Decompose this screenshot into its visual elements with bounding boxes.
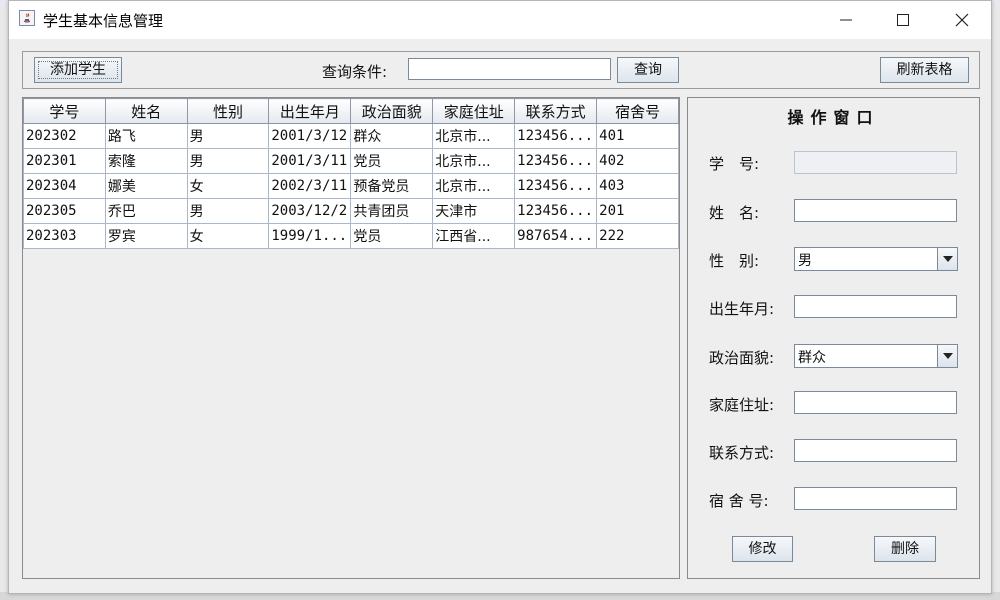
java-app-icon [19, 10, 35, 26]
table-cell[interactable]: 江西省... [432, 223, 516, 249]
modify-button[interactable]: 修改 [732, 536, 793, 562]
table-cell[interactable]: 202304 [23, 173, 106, 199]
table-cell[interactable]: 娜美 [104, 173, 188, 199]
table-row[interactable]: 202301 索隆 男 2001/3/11 党员 北京市... 123456..… [23, 148, 679, 174]
table-cell[interactable]: 987654... [514, 223, 598, 249]
column-header[interactable]: 出生年月 [268, 98, 352, 124]
contact-label: 联系方式: [709, 444, 775, 462]
table-cell[interactable]: 北京市... [432, 148, 516, 174]
query-input[interactable] [408, 58, 611, 80]
name-label: 姓 名: [709, 204, 760, 222]
close-icon[interactable] [939, 1, 985, 39]
table-cell[interactable]: 男 [186, 198, 270, 224]
contact-field[interactable] [794, 439, 957, 462]
table-cell[interactable]: 路飞 [104, 123, 188, 149]
main-window: 学生基本信息管理 添加学生 查询条件: 查询 刷新表格 学号 姓名 性别 出生年… [8, 0, 992, 594]
dorm-label: 宿 舍 号: [709, 492, 769, 510]
table-cell[interactable]: 女 [186, 173, 270, 199]
table-cell[interactable]: 401 [596, 123, 679, 149]
refresh-table-button[interactable]: 刷新表格 [880, 57, 969, 83]
table-cell[interactable]: 202305 [23, 198, 106, 224]
student-table: 学号 姓名 性别 出生年月 政治面貌 家庭住址 联系方式 宿舍号 202302 … [23, 98, 679, 249]
political-status-select-value: 群众 [798, 350, 826, 366]
table-cell[interactable]: 2001/3/11 [268, 148, 352, 174]
table-cell[interactable]: 索隆 [104, 148, 188, 174]
table-cell[interactable]: 202302 [23, 123, 106, 149]
address-field[interactable] [794, 391, 957, 414]
political-status-label: 政治面貌: [709, 349, 775, 367]
birth-date-field[interactable] [794, 295, 957, 318]
maximize-icon[interactable] [880, 1, 926, 39]
birth-date-label: 出生年月: [709, 300, 775, 318]
chevron-down-icon[interactable] [937, 248, 957, 270]
table-cell[interactable]: 123456... [514, 198, 598, 224]
table-cell[interactable]: 男 [186, 123, 270, 149]
address-label: 家庭住址: [709, 396, 775, 414]
table-cell[interactable]: 群众 [350, 123, 434, 149]
query-label: 查询条件: [322, 63, 388, 81]
table-row[interactable]: 202303 罗宾 女 1999/1... 党员 江西省... 987654..… [23, 223, 679, 249]
table-cell[interactable]: 预备党员 [350, 173, 434, 199]
table-cell[interactable]: 123456... [514, 148, 598, 174]
delete-button[interactable]: 删除 [874, 536, 936, 562]
table-cell[interactable]: 共青团员 [350, 198, 434, 224]
table-cell[interactable]: 男 [186, 148, 270, 174]
toolbar: 添加学生 查询条件: 查询 刷新表格 [22, 51, 980, 89]
table-cell[interactable]: 402 [596, 148, 679, 174]
chevron-down-icon[interactable] [937, 345, 957, 367]
add-student-button[interactable]: 添加学生 [34, 57, 122, 83]
table-cell[interactable]: 罗宾 [104, 223, 188, 249]
student-id-label: 学 号: [709, 155, 760, 173]
table-cell[interactable]: 2001/3/12 [268, 123, 352, 149]
query-button[interactable]: 查询 [617, 57, 679, 83]
operation-panel-title: 操作窗口 [787, 108, 880, 127]
gender-label: 性 别: [709, 252, 760, 270]
table-cell[interactable]: 天津市 [432, 198, 516, 224]
table-cell[interactable]: 北京市... [432, 123, 516, 149]
column-header[interactable]: 政治面貌 [350, 98, 434, 124]
column-header[interactable]: 家庭住址 [432, 98, 516, 124]
table-cell[interactable]: 党员 [350, 223, 434, 249]
table-cell[interactable]: 202303 [23, 223, 106, 249]
gender-select-value: 男 [798, 253, 812, 269]
column-header[interactable]: 宿舍号 [596, 98, 679, 124]
table-cell[interactable]: 党员 [350, 148, 434, 174]
column-header[interactable]: 联系方式 [514, 98, 598, 124]
table-cell[interactable]: 2002/3/11 [268, 173, 352, 199]
column-header[interactable]: 学号 [23, 98, 106, 124]
table-row[interactable]: 202304 娜美 女 2002/3/11 预备党员 北京市... 123456… [23, 173, 679, 199]
table-cell[interactable]: 乔巴 [104, 198, 188, 224]
window-title: 学生基本信息管理 [43, 12, 164, 30]
table-cell[interactable]: 1999/1... [268, 223, 352, 249]
table-header-row: 学号 姓名 性别 出生年月 政治面貌 家庭住址 联系方式 宿舍号 [23, 98, 679, 124]
gender-select[interactable]: 男 [794, 247, 958, 271]
title-bar: 学生基本信息管理 [9, 1, 991, 39]
table-row[interactable]: 202305 乔巴 男 2003/12/2 共青团员 天津市 123456...… [23, 198, 679, 224]
minimize-icon[interactable] [823, 1, 869, 39]
table-cell[interactable]: 123456... [514, 123, 598, 149]
table-cell[interactable]: 北京市... [432, 173, 516, 199]
operation-panel: 操作窗口 学 号: 姓 名: 性 别: 男 出生年月: 政治面貌: 群众 家庭住… [687, 97, 980, 579]
column-header[interactable]: 性别 [186, 98, 270, 124]
table-cell[interactable]: 222 [596, 223, 679, 249]
table-cell[interactable]: 201 [596, 198, 679, 224]
table-row[interactable]: 202302 路飞 男 2001/3/12 群众 北京市... 123456..… [23, 123, 679, 149]
student-table-panel: 学号 姓名 性别 出生年月 政治面貌 家庭住址 联系方式 宿舍号 202302 … [22, 97, 680, 579]
table-cell[interactable]: 女 [186, 223, 270, 249]
name-field[interactable] [794, 199, 957, 222]
student-id-field [794, 151, 957, 174]
table-cell[interactable]: 403 [596, 173, 679, 199]
column-header[interactable]: 姓名 [104, 98, 188, 124]
political-status-select[interactable]: 群众 [794, 344, 958, 368]
table-cell[interactable]: 123456... [514, 173, 598, 199]
dorm-field[interactable] [794, 487, 957, 510]
table-cell[interactable]: 202301 [23, 148, 106, 174]
table-cell[interactable]: 2003/12/2 [268, 198, 352, 224]
